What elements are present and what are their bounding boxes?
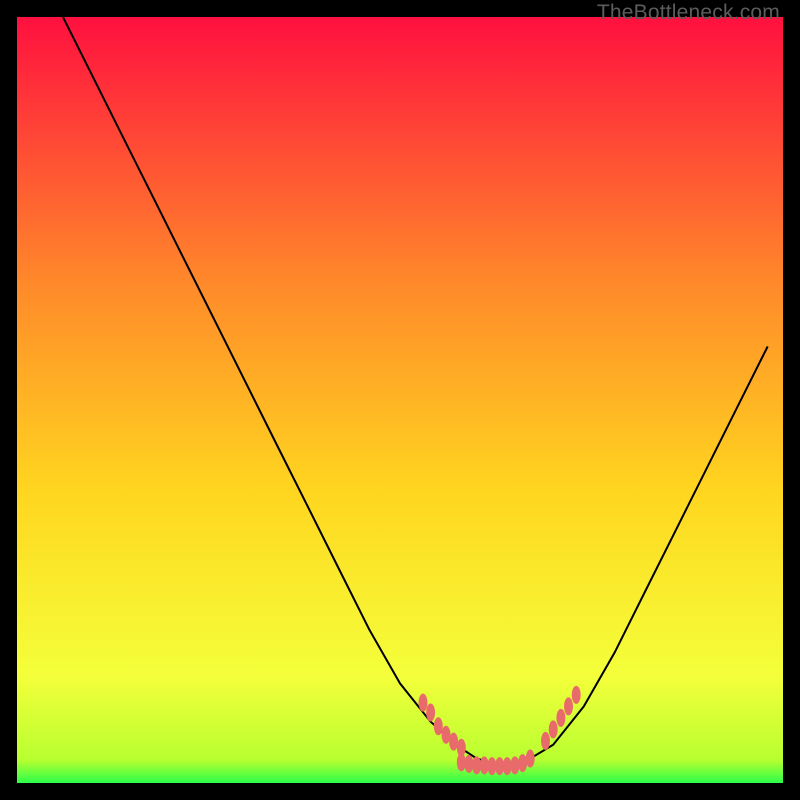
chart-svg <box>17 17 783 783</box>
dot-marker <box>549 720 558 738</box>
dot-marker <box>526 750 535 768</box>
dot-marker <box>434 717 443 735</box>
dot-marker <box>510 756 519 774</box>
watermark-text: TheBottleneck.com <box>597 1 780 25</box>
dot-marker <box>426 704 435 722</box>
dot-marker <box>472 756 481 774</box>
dot-marker <box>487 757 496 775</box>
dot-marker <box>541 732 550 750</box>
gradient-background <box>17 17 783 783</box>
dot-marker <box>564 697 573 715</box>
dot-marker <box>449 733 458 751</box>
dot-marker <box>556 709 565 727</box>
dot-marker <box>518 754 527 772</box>
dot-marker <box>572 686 581 704</box>
dot-marker <box>457 753 466 771</box>
dot-marker <box>419 694 428 712</box>
dot-marker <box>503 757 512 775</box>
dot-marker <box>464 755 473 773</box>
chart-frame <box>17 17 783 783</box>
